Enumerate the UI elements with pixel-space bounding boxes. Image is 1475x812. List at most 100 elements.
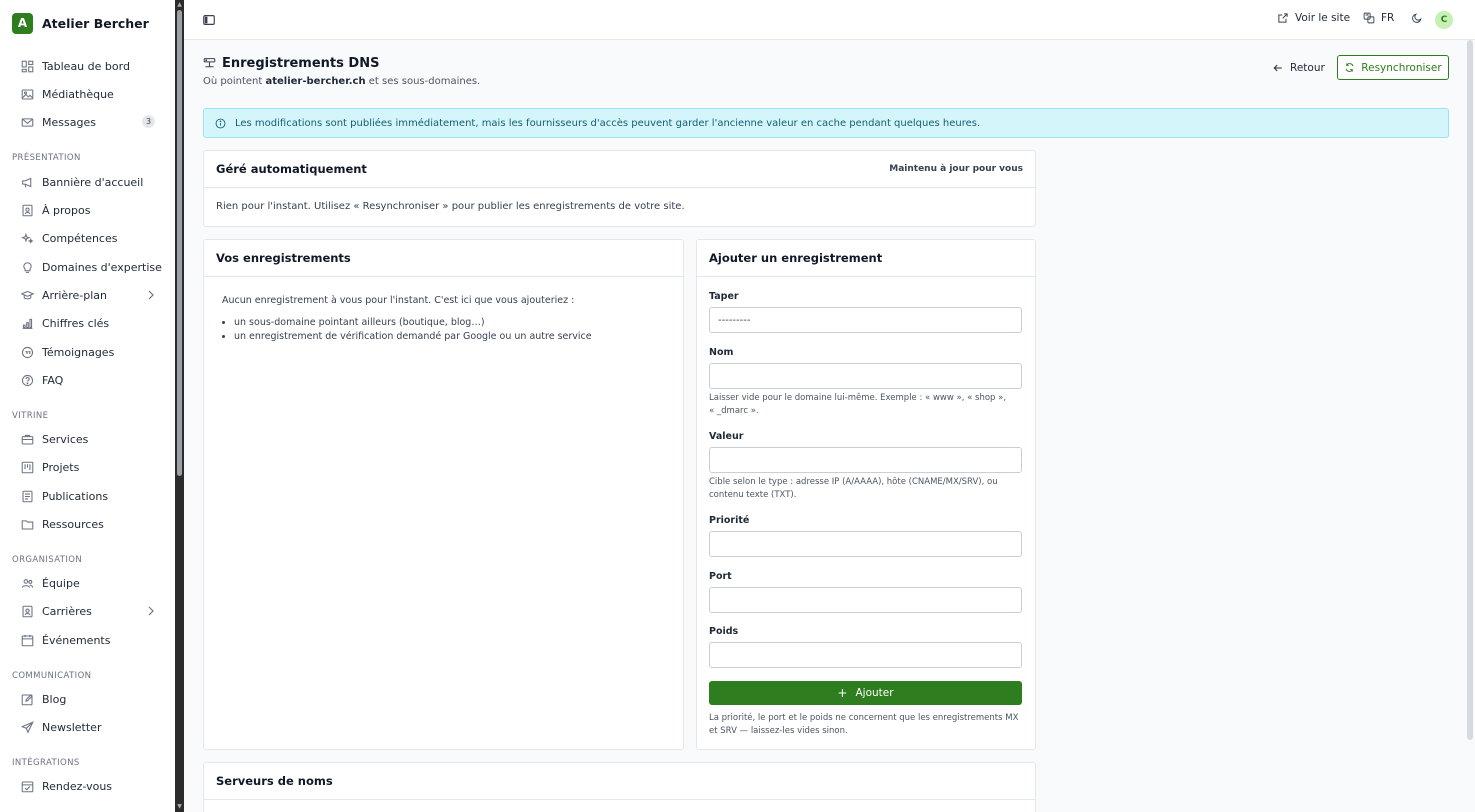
external-link-icon [1278, 13, 1288, 23]
sidebar-item-services[interactable]: Services [0, 428, 175, 450]
sidebar-item-mediatheque[interactable]: Médiathèque [0, 83, 175, 105]
footer-help: La priorité, le port et le poids ne conc… [709, 713, 1019, 736]
sidebar-item-label: Carrières [42, 604, 92, 618]
card-title: Vos enregistrements [216, 251, 351, 265]
card-header: Vos enregistrements [204, 240, 683, 277]
card-header: Ajouter un enregistrement [697, 240, 1035, 277]
sidebar-item-label: Messages [42, 115, 96, 129]
nameservers-card: Serveurs de noms [203, 762, 1036, 812]
card-title: Géré automatiquement [216, 162, 367, 176]
weight-label: Poids [709, 626, 739, 637]
image-icon [20, 87, 34, 101]
sidebar-item-label: Publications [42, 489, 109, 503]
sidebar-item-label: Ressources [42, 517, 104, 531]
sidebar-item-competences[interactable]: Compétences [0, 227, 175, 249]
brand-name: Atelier Bercher [42, 15, 149, 31]
id-card-icon [20, 604, 34, 618]
name-label: Nom [709, 347, 734, 358]
scroll-up-arrow-icon[interactable]: ▲ [176, 1, 183, 8]
language-switch[interactable]: FR [1363, 12, 1394, 24]
translate-icon [1363, 12, 1375, 24]
page-subtitle: Où pointent atelier-bercher.ch et ses so… [203, 76, 480, 87]
sidebar-item-label: FAQ [42, 373, 64, 387]
priority-input[interactable] [709, 531, 1022, 557]
megaphone-icon [20, 175, 34, 189]
weight-input[interactable] [709, 642, 1022, 668]
sidebar: A Atelier Bercher Tableau de bord Médiat… [0, 0, 175, 812]
sidebar-item-projets[interactable]: Projets [0, 456, 175, 478]
sidebar-item-ressources[interactable]: Ressources [0, 513, 175, 535]
sidebar-item-temoignages[interactable]: Témoignages [0, 341, 175, 363]
sidebar-item-domaines[interactable]: Domaines d'expertise [0, 256, 175, 278]
sidebar-item-carrieres[interactable]: Carrières [0, 600, 175, 622]
kanban-icon [20, 460, 34, 474]
sidebar-item-arriere-plan[interactable]: Arrière-plan [0, 284, 175, 306]
arrow-left-icon [1273, 64, 1282, 72]
topbar: Voir le site FR C [184, 0, 1475, 40]
dns-icon [203, 58, 216, 68]
sidebar-item-label: Rendez-vous [42, 779, 113, 793]
back-button[interactable]: Retour [1264, 56, 1333, 80]
add-label: Ajouter [855, 687, 894, 699]
sidebar-item-label: Bannière d'accueil [42, 175, 144, 189]
scroll-down-arrow-icon[interactable]: ▼ [176, 803, 183, 810]
sparkles-icon [20, 231, 34, 245]
theme-toggle[interactable] [1411, 12, 1429, 24]
help-circle-icon [20, 373, 34, 387]
briefcase-icon [20, 432, 34, 446]
sidebar-item-label: Arrière-plan [42, 288, 107, 302]
add-record-button[interactable]: + Ajouter [709, 681, 1022, 705]
language-label: FR [1381, 12, 1395, 24]
sidebar-item-label: Chiffres clés [42, 316, 110, 330]
quote-bubble-icon [20, 345, 34, 359]
sidebar-item-label: Newsletter [42, 720, 102, 734]
avatar[interactable]: C [1435, 11, 1453, 29]
sidebar-item-label: Événements [42, 633, 111, 647]
sidebar-item-blog[interactable]: Blog [0, 688, 175, 710]
value-input[interactable] [709, 447, 1022, 473]
send-icon [20, 720, 34, 734]
records-intro: Aucun enregistrement à vous pour l'insta… [222, 295, 575, 306]
sidebar-item-label: Tableau de bord [42, 59, 130, 73]
sidebar-item-rendez-vous[interactable]: Rendez-vous [0, 775, 175, 797]
brand[interactable]: A Atelier Bercher [0, 0, 175, 46]
sidebar-item-faq[interactable]: FAQ [0, 369, 175, 391]
subtitle-domain: atelier-bercher.ch [265, 76, 366, 87]
type-select[interactable] [709, 307, 1022, 333]
sidebar-item-evenements[interactable]: Événements [0, 629, 175, 651]
sidebar-item-newsletter[interactable]: Newsletter [0, 716, 175, 738]
subtitle-suffix: et ses sous-domaines. [365, 76, 481, 87]
sidebar-item-messages[interactable]: Messages 3 [0, 111, 175, 133]
chevron-right-icon [148, 290, 154, 300]
page-title-text: Enregistrements DNS [222, 56, 380, 71]
sidebar-item-publications[interactable]: Publications [0, 485, 175, 507]
back-label: Retour [1290, 62, 1325, 74]
sidebar-item-chiffres[interactable]: Chiffres clés [0, 312, 175, 334]
sidebar-item-equipe[interactable]: Équipe [0, 572, 175, 594]
sidebar-scrollbar-thumb[interactable] [177, 10, 182, 476]
priority-label: Priorité [709, 515, 750, 526]
value-help: Cible selon le type : adresse IP (A/AAAA… [709, 477, 998, 500]
info-icon [215, 118, 226, 128]
resync-label: Resynchroniser [1361, 61, 1442, 74]
name-help: Laisser vide pour le domaine lui-même. E… [709, 393, 1007, 416]
sidebar-item-a-propos[interactable]: À propos [0, 199, 175, 221]
list-item: un sous-domaine pointant ailleurs (bouti… [234, 316, 665, 330]
port-input[interactable] [709, 587, 1022, 613]
folder-icon [20, 517, 34, 531]
sidebar-item-tableau-de-bord[interactable]: Tableau de bord [0, 55, 175, 77]
card-title: Serveurs de noms [216, 774, 333, 788]
resync-button[interactable]: Resynchroniser [1337, 55, 1449, 80]
auto-managed-card: Géré automatiquement Maintenu à jour pou… [203, 150, 1036, 227]
name-input[interactable] [709, 363, 1022, 389]
bar-chart-icon [20, 316, 34, 330]
view-site-link[interactable]: Voir le site [1277, 12, 1350, 24]
main-scrollbar[interactable] [1467, 40, 1473, 740]
sidebar-toggle-icon[interactable] [202, 13, 216, 27]
card-title: Ajouter un enregistrement [709, 251, 883, 265]
sidebar-item-banniere[interactable]: Bannière d'accueil [0, 171, 175, 193]
section-title-vitrine: VITRINE [12, 411, 49, 421]
subtitle-prefix: Où pointent [203, 76, 266, 87]
moon-icon [1412, 13, 1422, 23]
lightbulb-icon [20, 260, 34, 274]
